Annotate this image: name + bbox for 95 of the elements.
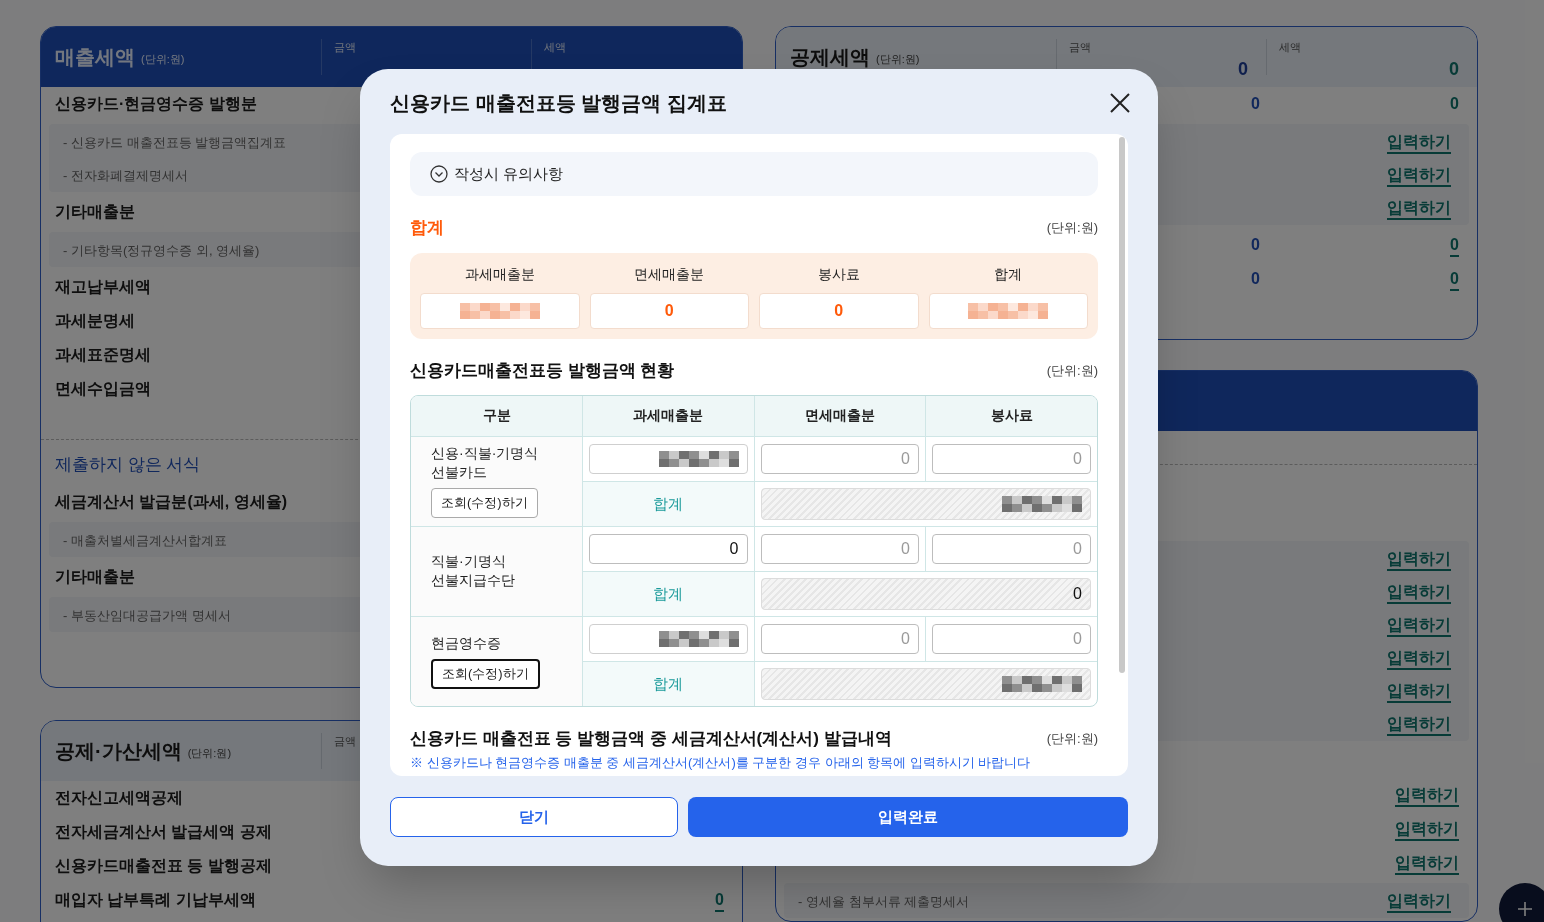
form-item: - 영세율 첨부서류 제출명세서	[798, 893, 970, 909]
row-label: 직불·기명식 선불지급수단	[431, 552, 516, 590]
row-label: 현금영수증	[431, 633, 502, 653]
dialog-title: 신용카드 매출전표등 발행금액 집계표	[390, 90, 727, 116]
column-label: 세액	[1279, 40, 1301, 55]
input-field[interactable]	[589, 623, 748, 654]
form-item: - 전자화폐결제명세서	[63, 167, 188, 183]
input-field[interactable]: 0	[932, 623, 1091, 654]
input-link[interactable]: 입력하기	[1395, 853, 1459, 875]
input-link[interactable]: 입력하기	[1387, 713, 1451, 736]
form-item: - 매출처별세금계산서합계표	[63, 532, 227, 548]
close-icon	[1110, 92, 1130, 113]
form-item: - 신용카드 매출전표등 발행금액집계표	[63, 134, 287, 150]
row-label: 세금계산서 발급분(과세, 영세율)	[55, 493, 287, 510]
output-field: 0	[760, 577, 1091, 610]
row-label: 면세수입금액	[55, 380, 151, 397]
close-button[interactable]: 닫기	[390, 797, 678, 837]
column-label: 세액	[544, 40, 566, 55]
column-label: 봉사료	[817, 264, 860, 284]
row-label: 신용카드매출전표 등 발행공제	[55, 857, 272, 874]
unit-label: (단위:원)	[876, 51, 920, 67]
input-link[interactable]: 입력하기	[1387, 647, 1451, 670]
section-title: 신용카드 매출전표 등 발행금액 중 세금계산서(계산서) 발급내역	[410, 728, 892, 750]
amount-value: 0	[1251, 269, 1260, 289]
input-field[interactable]: 0	[932, 443, 1091, 474]
lookup-button[interactable]: 조회(수정)하기	[431, 658, 540, 689]
column-header: 면세매출분	[754, 396, 926, 436]
section-title: 신용카드매출전표등 발행금액 현황	[410, 359, 675, 382]
amount-value: 0	[1251, 94, 1260, 114]
column-label: 면세매출분	[634, 264, 705, 284]
output-field: 0	[759, 292, 919, 329]
input-field[interactable]: 0	[589, 533, 748, 564]
input-link[interactable]: 입력하기	[1387, 680, 1451, 703]
close-button[interactable]	[1108, 90, 1132, 115]
sum-label: 합계	[653, 494, 684, 512]
card-title: 매출세액	[55, 45, 135, 70]
column-label: 금액	[1069, 40, 1091, 55]
input-field[interactable]: 0	[760, 533, 919, 564]
input-link[interactable]: 입력하기	[1387, 197, 1451, 220]
input-field[interactable]: 0	[932, 533, 1091, 564]
lookup-button[interactable]: 조회(수정)하기	[431, 488, 538, 518]
row-label: 신용·직불·기명식 선불카드	[431, 444, 540, 482]
row-label: 과세표준명세	[55, 346, 151, 363]
notice-toggle[interactable]: 작성시 유의사항	[410, 152, 1098, 196]
form-item: - 부동산임대공급가액 명세서	[63, 607, 231, 623]
form-item: - 기타항목(정규영수증 외, 영세율)	[63, 242, 260, 258]
note-text: ※ 신용카드나 현금영수증 매출분 중 세금계산서(계산서)를 구분한 경우 아래의 항목에 입력하시기 바랍니다	[410, 754, 1032, 771]
sum-label: 합계	[653, 674, 684, 692]
row-label: 전자신고세액공제	[55, 789, 183, 806]
input-link[interactable]: 입력하기	[1387, 890, 1451, 913]
column-header: 구분	[411, 396, 583, 436]
card-title: 공제세액	[790, 45, 870, 70]
row-label: 신용카드·현금영수증 발행분	[55, 95, 257, 112]
input-link[interactable]: 입력하기	[1387, 614, 1451, 637]
column-label: 합계	[994, 264, 1023, 284]
scrollbar[interactable]	[1119, 137, 1125, 673]
input-field[interactable]	[589, 443, 748, 474]
row-label: 전자세금계산서 발급세액 공제	[55, 823, 272, 840]
input-link[interactable]: 입력하기	[1387, 548, 1451, 571]
unit-label: (단위:원)	[187, 745, 232, 761]
row-label: 매입자 납부특례 기납부세액	[55, 891, 256, 908]
section-title: 합계	[410, 217, 444, 239]
input-link[interactable]: 입력하기	[1387, 581, 1451, 604]
column-header: 과세매출분	[582, 396, 754, 436]
input-field[interactable]: 0	[760, 443, 919, 474]
row-label: 기타매출분	[55, 203, 135, 220]
amount-value: 0	[1251, 235, 1260, 255]
unit-label: (단위:원)	[1046, 361, 1098, 380]
input-link[interactable]: 0	[715, 890, 724, 912]
unit-label: (단위:원)	[1046, 219, 1098, 237]
row-label: 재고납부세액	[55, 278, 151, 295]
sum-label: 합계	[653, 584, 684, 602]
card-title: 공제·가산세액	[55, 739, 182, 764]
total-value: 0	[1238, 57, 1248, 81]
output-field: 0	[589, 292, 749, 329]
input-link[interactable]: 입력하기	[1395, 819, 1459, 841]
input-link[interactable]: 입력하기	[1395, 785, 1459, 807]
column-label: 금액	[334, 734, 356, 749]
row-label: 기타매출분	[55, 568, 135, 585]
row-label: 과세분명세	[55, 312, 135, 329]
column-header: 봉사료	[925, 396, 1097, 436]
plus-icon	[1517, 901, 1533, 917]
column-label: 과세매출분	[464, 264, 535, 284]
input-link[interactable]: 0	[1450, 235, 1459, 257]
unit-label: (단위:원)	[141, 51, 185, 67]
amount-value: 0	[1450, 94, 1459, 114]
input-field[interactable]: 0	[760, 623, 919, 654]
input-link[interactable]: 0	[1450, 269, 1459, 291]
section-title: 제출하지 않은 서식	[55, 454, 201, 477]
unit-label: (단위:원)	[1046, 730, 1098, 748]
total-value: 0	[1449, 57, 1459, 81]
column-label: 금액	[334, 40, 356, 55]
submit-button[interactable]: 입력완료	[688, 797, 1128, 837]
input-link[interactable]: 입력하기	[1387, 164, 1451, 187]
input-link[interactable]: 입력하기	[1387, 131, 1451, 154]
